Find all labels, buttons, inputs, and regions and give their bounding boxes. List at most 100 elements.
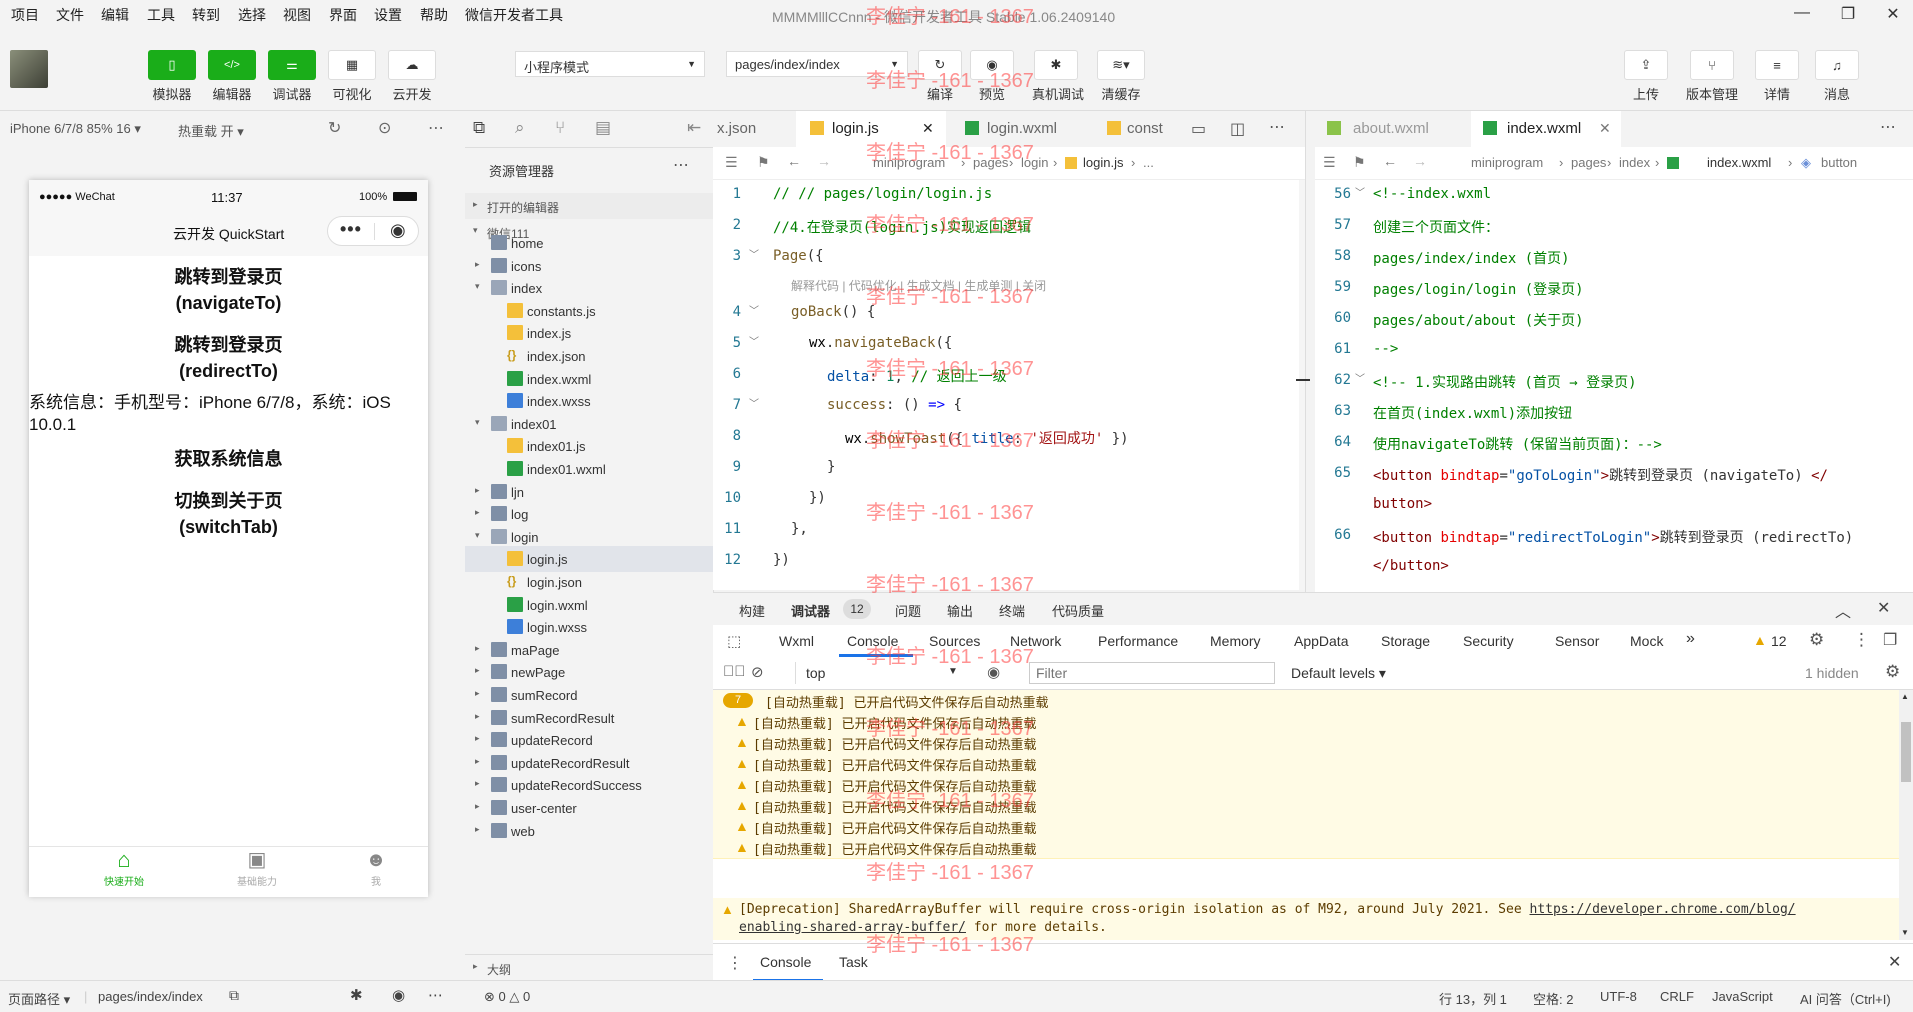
back-icon[interactable]: ← (1383, 153, 1397, 169)
tab-index-wxml[interactable]: index.wxml ✕ (1471, 111, 1621, 147)
codelens[interactable]: 解释代码 | 代码优化 | 生成文档 | 生成单测 | 关闭 (791, 277, 1046, 294)
capsule-more-icon[interactable]: ••• (340, 219, 362, 240)
tab-x-json[interactable]: x.json (713, 111, 795, 147)
tab-output[interactable]: 输出 (947, 601, 973, 620)
editor1-code[interactable]: 1 // // pages/login/login.js 2 //4.在登录页(lo… (713, 180, 1305, 590)
tab-terminal[interactable]: 终端 (999, 601, 1025, 620)
tab-code-quality[interactable]: 代码质量 (1052, 601, 1104, 620)
crumb-pages[interactable]: pages (1571, 155, 1606, 170)
debug-panel-icon[interactable]: ▤ (595, 118, 611, 138)
open-editors-section[interactable]: ▸ 打开的编辑器 (465, 193, 713, 219)
menu-tools[interactable]: 工具 (147, 5, 175, 25)
devtab-performance[interactable]: Performance (1098, 633, 1178, 649)
list-icon[interactable]: ☰ (725, 154, 738, 171)
crumb-index[interactable]: index (1619, 155, 1650, 170)
fold-icon[interactable]: ﹀ (749, 333, 759, 348)
kebab-icon[interactable]: ⋮ (1853, 630, 1870, 650)
page-path-select[interactable]: 页面路径 ▾ (8, 989, 70, 1008)
close-panel-icon[interactable]: ✕ (1877, 598, 1890, 618)
deprecation-link[interactable]: https://developer.chrome.com/blog/ (1530, 902, 1796, 917)
tab-build[interactable]: 构建 (739, 601, 765, 620)
tab-quick-start[interactable]: ⌂ 快速开始 (59, 847, 189, 897)
context-select[interactable]: top ▼ (795, 662, 964, 684)
tab-basic[interactable]: ▣ 基础能力 (192, 847, 322, 897)
drawer-tab-console[interactable]: Console (760, 954, 811, 970)
devtab-network[interactable]: Network (1010, 633, 1061, 649)
compile-button[interactable]: ↻ (918, 50, 962, 80)
switch-to-about-button[interactable]: 切换到关于页 (switchTab) (29, 488, 428, 540)
bookmark-icon[interactable]: ⚑ (1353, 154, 1366, 171)
devtab-console[interactable]: Console (847, 633, 898, 649)
levels-select[interactable]: Default levels ▾ (1291, 665, 1386, 682)
capsule-close-icon[interactable]: ◉ (390, 220, 406, 241)
debugger-button[interactable]: ⚌ (268, 50, 316, 80)
rotate-icon[interactable]: ↻ (328, 118, 341, 138)
device-select[interactable]: iPhone 6/7/8 85% 16 ▾ (10, 121, 141, 137)
upload-button[interactable]: ⇪ (1624, 50, 1668, 80)
undock-icon[interactable]: ❐ (1883, 630, 1897, 650)
tab-login-wxml[interactable]: login.wxml (953, 111, 1093, 147)
devtab-wxml[interactable]: Wxml (779, 633, 814, 649)
crumb-button[interactable]: button (1821, 155, 1857, 170)
simulator-button[interactable]: ▯ (148, 50, 196, 80)
forward-icon[interactable]: → (1413, 153, 1427, 169)
console-warning-row[interactable]: ▲ [自动热重载] 已开启代码文件保存后自动热重载 (713, 816, 1899, 838)
menu-help[interactable]: 帮助 (420, 5, 448, 25)
scroll-thumb[interactable] (1901, 722, 1911, 782)
scroll-up-icon[interactable]: ▲ (1901, 692, 1909, 701)
crumb-file[interactable]: login.js (1083, 155, 1123, 170)
sidebar-toggle-icon[interactable]: ▸⃞ (723, 663, 746, 680)
tree-item[interactable]: ▸ web (465, 818, 713, 844)
avatar[interactable] (10, 50, 48, 88)
outline-section[interactable]: ▸ 大纲 (465, 954, 713, 981)
fold-icon[interactable]: ﹀ (749, 246, 759, 261)
details-button[interactable]: ≡ (1755, 50, 1799, 80)
error-count[interactable]: ⊗ 0 △ 0 (484, 989, 530, 1005)
fold-icon[interactable]: ﹀ (1355, 370, 1365, 385)
clear-cache-button[interactable]: ≋▾ (1097, 50, 1145, 80)
inspect-icon[interactable]: ⬚ (727, 632, 741, 650)
copy-icon[interactable]: ⧉ (229, 987, 239, 1004)
devtab-appdata[interactable]: AppData (1294, 633, 1348, 649)
tab-debugger[interactable]: 调试器 (791, 601, 830, 620)
live-expression-icon[interactable]: ◉ (987, 663, 1000, 681)
remote-debug-button[interactable]: ✱ (1034, 50, 1078, 80)
console-warning-row[interactable]: ▲ [自动热重载] 已开启代码文件保存后自动热重载 (713, 711, 1899, 733)
crumb-miniprogram[interactable]: miniprogram (1471, 155, 1543, 170)
files-icon[interactable]: ⧉ (473, 118, 485, 138)
close-icon[interactable]: ✕ (1878, 4, 1908, 24)
page-select[interactable]: pages/index/index ▼ (726, 51, 908, 77)
minimize-icon[interactable]: — (1787, 4, 1817, 22)
menu-file[interactable]: 文件 (56, 5, 84, 25)
clear-console-icon[interactable]: ⊘ (751, 663, 764, 681)
split-editor-icon[interactable]: ◫ (1230, 119, 1245, 139)
more-icon[interactable]: ⋯ (428, 986, 443, 1004)
messages-button[interactable]: ♫ (1815, 50, 1859, 80)
chevron-up-icon[interactable]: ︿ (1835, 598, 1851, 622)
menu-interface[interactable]: 界面 (329, 5, 357, 25)
deprecation-link-2[interactable]: enabling-shared-array-buffer/ (739, 920, 966, 935)
tab-me[interactable]: ☻ 我 (326, 847, 426, 897)
more-tabs-icon[interactable]: » (1686, 630, 1695, 648)
indent-setting[interactable]: 空格: 2 (1533, 989, 1573, 1008)
version-button[interactable]: ⑂ (1690, 50, 1734, 80)
scroll-down-icon[interactable]: ▼ (1901, 928, 1909, 937)
drawer-menu-icon[interactable]: ⋮ (727, 953, 743, 973)
more-icon[interactable]: ⋯ (428, 118, 444, 138)
bug-icon[interactable]: ✱ (350, 986, 363, 1004)
visual-button[interactable]: ▦ (328, 50, 376, 80)
warning-group-badge[interactable]: 7 (723, 693, 753, 708)
console-warning-row[interactable]: 7 [自动热重载] 已开启代码文件保存后自动热重载 (713, 690, 1899, 712)
get-system-info-button[interactable]: 获取系统信息 (29, 446, 428, 472)
menu-view[interactable]: 视图 (283, 5, 311, 25)
record-icon[interactable]: ⊙ (378, 118, 391, 138)
hot-reload-toggle[interactable]: 热重载 开 ▾ (178, 121, 244, 140)
console-scrollbar[interactable]: ▲ ▼ (1899, 690, 1913, 940)
menu-settings[interactable]: 设置 (374, 5, 402, 25)
close-tab-icon[interactable]: ✕ (922, 120, 934, 137)
git-icon[interactable]: ⑂ (555, 118, 565, 138)
tab-login-js[interactable]: login.js ✕ (796, 111, 946, 147)
drawer-tab-task[interactable]: Task (839, 954, 868, 970)
language-mode[interactable]: JavaScript (1712, 989, 1773, 1004)
bookmark-icon[interactable]: ⚑ (757, 154, 770, 171)
